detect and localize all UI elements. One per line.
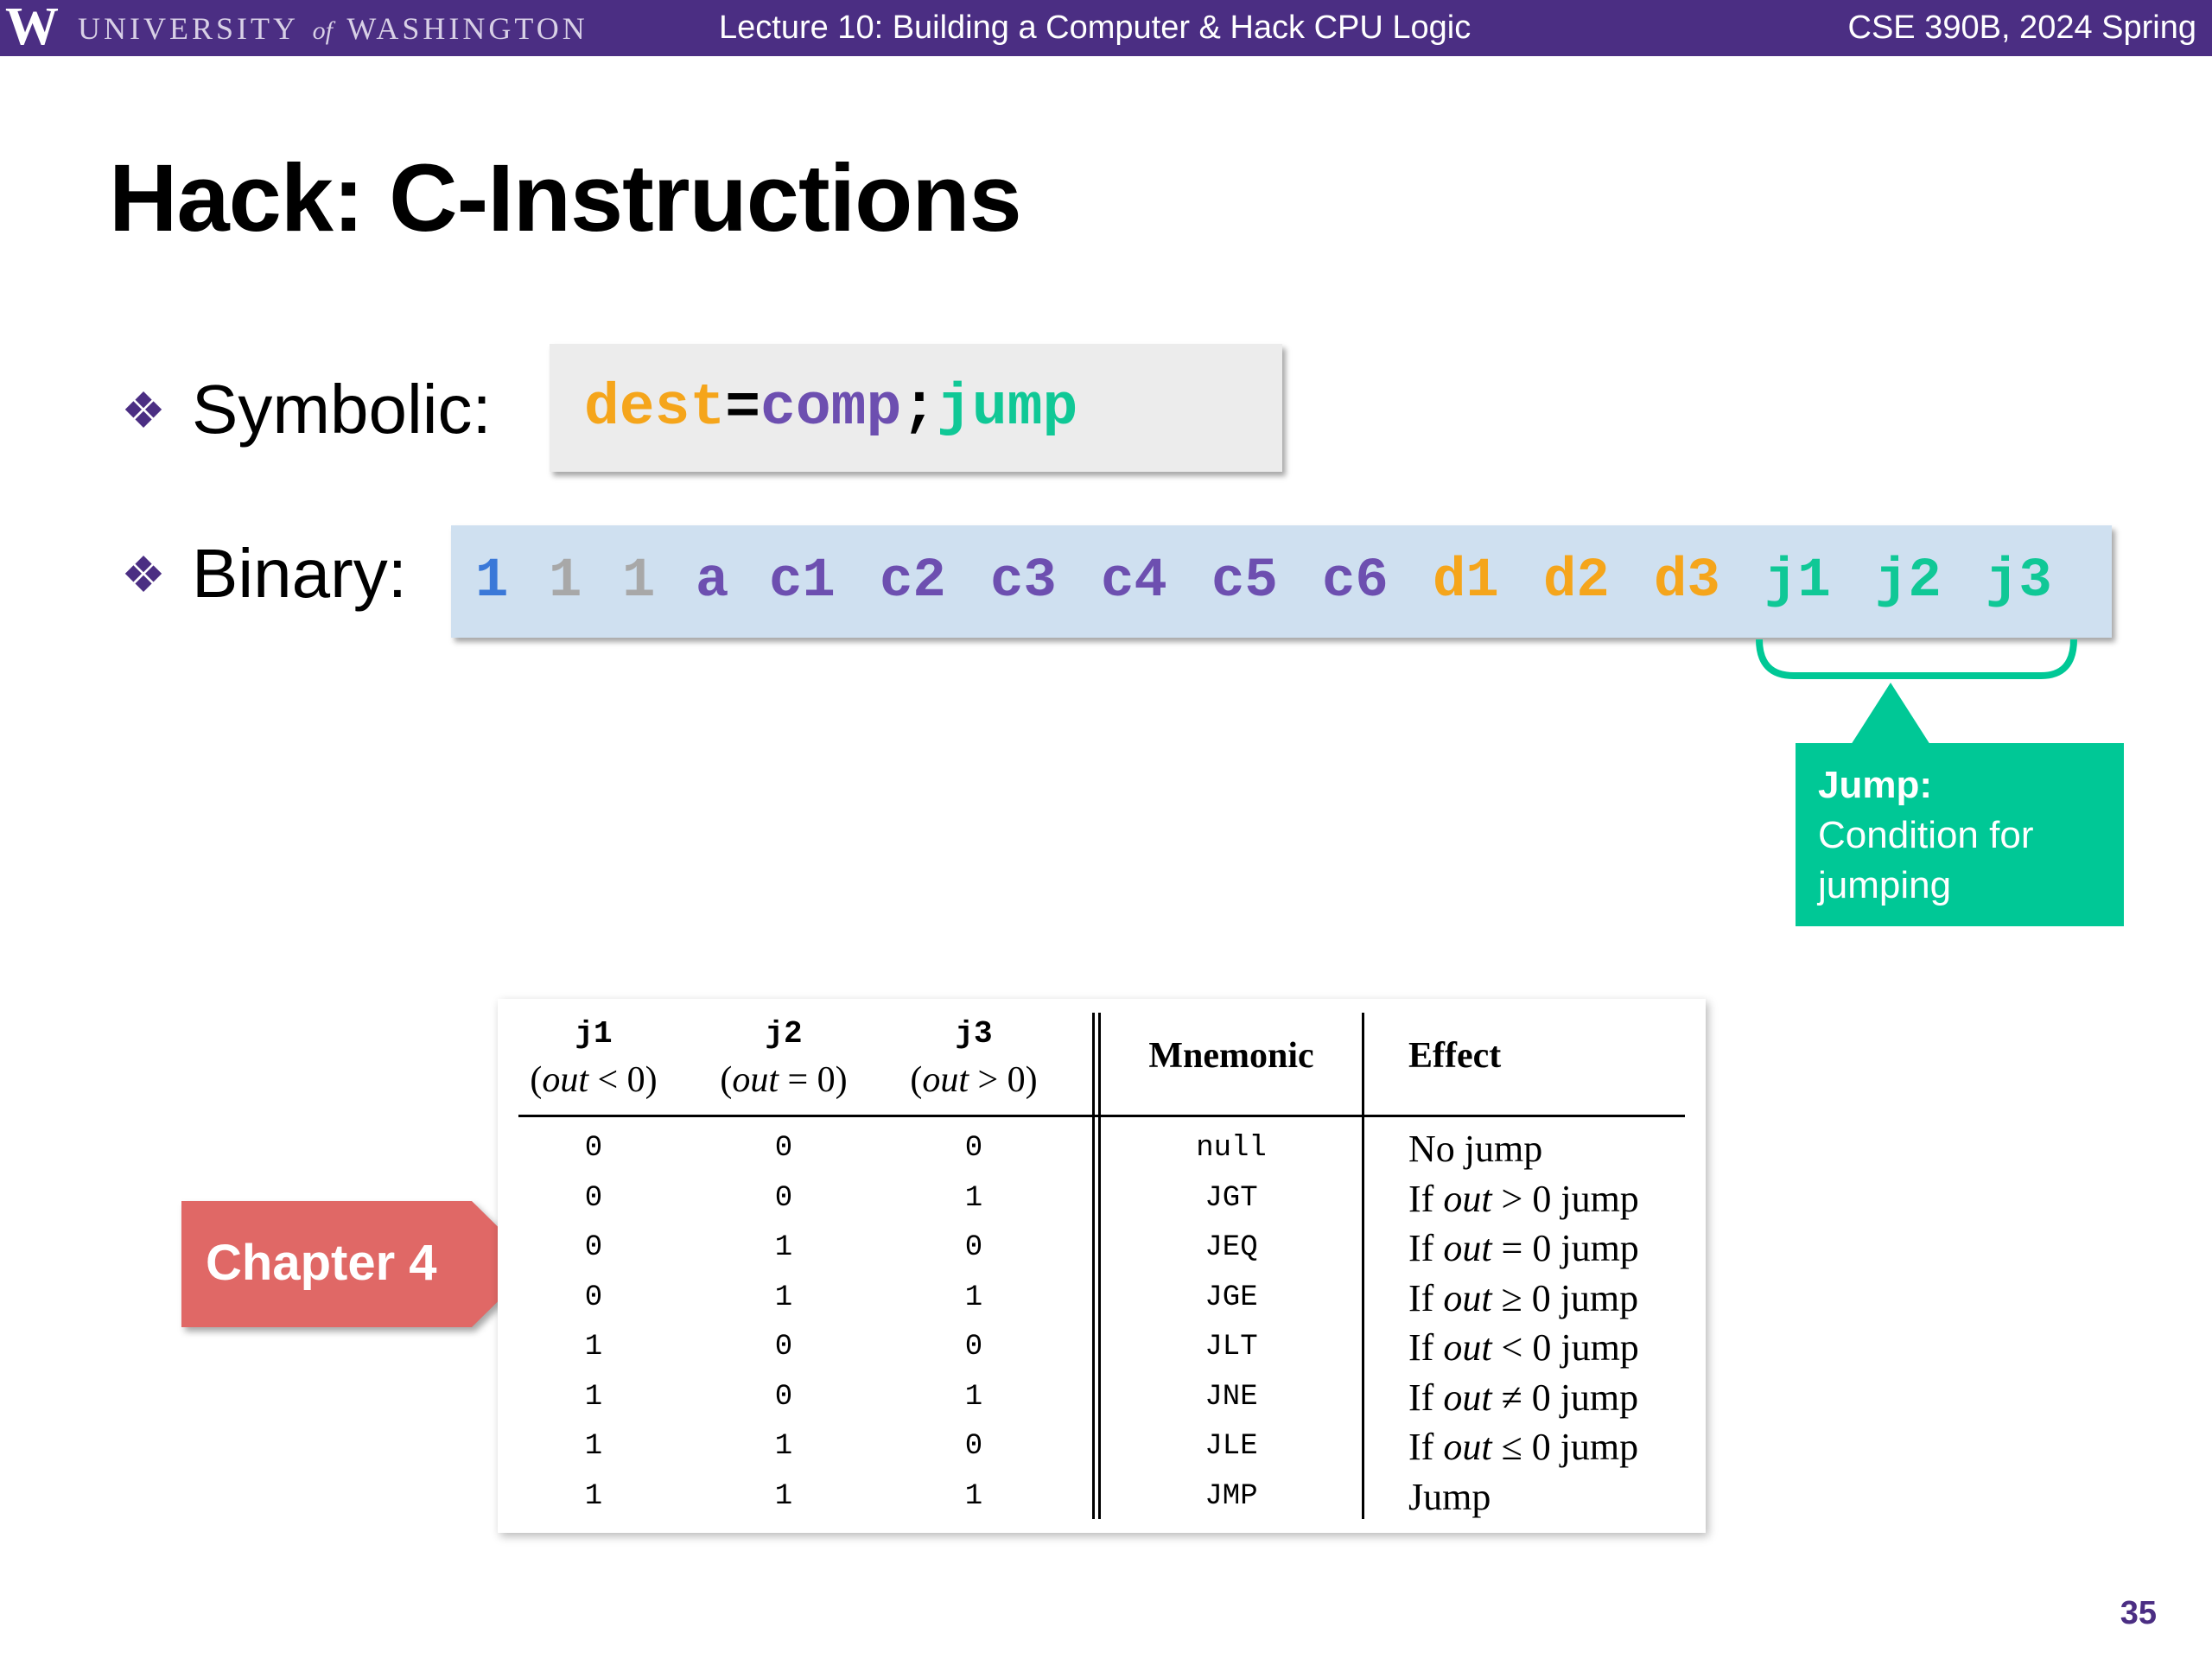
effect-text-pre: If [1408,1227,1444,1269]
header-j1-cond-op: < 0 [597,1060,645,1100]
cell-j2: 1 [774,1281,793,1314]
effect-variable: out [1443,1276,1492,1319]
callout-pointer-icon [1851,683,1930,745]
header-j3-cond-var: out [922,1060,969,1100]
cell-j1: 0 [584,1231,603,1264]
cell-j3: 0 [964,1132,983,1165]
cell-j1: 1 [584,1430,603,1463]
effect-text-pre: No jump [1408,1128,1543,1170]
jump-table: j1 (out < 0) j2 (out = 0) j3 (out > 0) M… [498,999,1706,1533]
cell-j3: 1 [964,1380,983,1414]
table-double-rule-left [1092,1013,1095,1519]
cell-effect: No jump [1408,1127,1694,1171]
header-j3: j3 [955,1016,993,1052]
cell-j1: 0 [584,1132,603,1165]
cell-effect: Jump [1408,1475,1694,1519]
effect-text-post: > 0 jump [1491,1177,1639,1220]
effect-text-post: ≥ 0 jump [1491,1276,1639,1319]
cell-j1: 1 [584,1380,603,1414]
cell-j2: 1 [774,1430,793,1463]
cell-mnemonic: null [1196,1132,1267,1165]
effect-text-post: = 0 jump [1491,1227,1639,1269]
jump-brace-icon [1756,639,2077,679]
cell-mnemonic: JEQ [1205,1231,1258,1264]
effect-text-pre: Jump [1408,1475,1491,1518]
header-j2-condition: (out = 0) [720,1060,848,1100]
cell-j2: 0 [774,1380,793,1414]
cell-effect: If out = 0 jump [1408,1226,1694,1270]
cell-j1: 0 [584,1181,603,1215]
cell-effect: If out ≠ 0 jump [1408,1376,1694,1420]
header-j2-cond-op: = 0 [787,1060,836,1100]
cell-j2: 1 [774,1479,793,1513]
cell-j3: 0 [964,1430,983,1463]
effect-text-pre: If [1408,1326,1444,1369]
effect-text-post: ≠ 0 jump [1491,1376,1639,1419]
cell-effect: If out ≤ 0 jump [1408,1425,1694,1469]
table-header-rule [518,1115,1685,1117]
table-rule-effect [1362,1013,1364,1519]
effect-variable: out [1443,1326,1492,1369]
cell-mnemonic: JMP [1205,1479,1258,1513]
effect-variable: out [1443,1177,1492,1220]
callout-line-2: jumping [1818,864,1952,906]
effect-text-post: < 0 jump [1491,1326,1639,1369]
cell-effect: If out < 0 jump [1408,1325,1694,1370]
cell-mnemonic: JGT [1205,1181,1258,1215]
header-j1: j1 [575,1016,613,1052]
cell-mnemonic: JLE [1205,1430,1258,1463]
cell-j3: 1 [964,1479,983,1513]
cell-mnemonic: JLT [1205,1331,1258,1363]
effect-variable: out [1443,1227,1492,1269]
cell-j2: 0 [774,1132,793,1165]
cell-j1: 0 [584,1281,603,1314]
cell-effect: If out > 0 jump [1408,1177,1694,1221]
header-mnemonic: Mnemonic [1148,1036,1314,1076]
header-j1-condition: (out < 0) [530,1060,658,1100]
jump-callout: Jump: Condition for jumping [1796,743,2124,926]
cell-j2: 0 [774,1181,793,1215]
effect-text-pre: If [1408,1276,1444,1319]
effect-text-pre: If [1408,1426,1444,1468]
cell-j3: 1 [964,1181,983,1215]
effect-variable: out [1443,1376,1492,1419]
callout-line-1: Condition for [1818,814,2034,856]
cell-j3: 0 [964,1231,983,1264]
page-number: 35 [2120,1595,2157,1631]
cell-j3: 0 [964,1331,983,1363]
header-j3-condition: (out > 0) [910,1060,1038,1100]
effect-text-post: ≤ 0 jump [1491,1426,1639,1468]
cell-j3: 1 [964,1281,983,1314]
cell-mnemonic: JGE [1205,1281,1258,1314]
cell-j1: 1 [584,1479,603,1513]
effect-text-pre: If [1408,1177,1444,1220]
cell-mnemonic: JNE [1205,1380,1258,1414]
cell-j2: 0 [774,1331,793,1363]
cell-effect: If out ≥ 0 jump [1408,1276,1694,1320]
cell-j1: 1 [584,1331,603,1363]
header-j2: j2 [765,1016,803,1052]
chapter-badge-label: Chapter 4 [206,1235,437,1291]
header-effect: Effect [1408,1036,1502,1076]
header-j1-cond-var: out [542,1060,588,1100]
header-j2-cond-var: out [732,1060,779,1100]
effect-text-pre: If [1408,1376,1444,1419]
cell-j2: 1 [774,1231,793,1264]
header-j3-cond-op: > 0 [977,1060,1026,1100]
callout-heading: Jump: [1818,764,1932,806]
effect-variable: out [1443,1426,1492,1468]
